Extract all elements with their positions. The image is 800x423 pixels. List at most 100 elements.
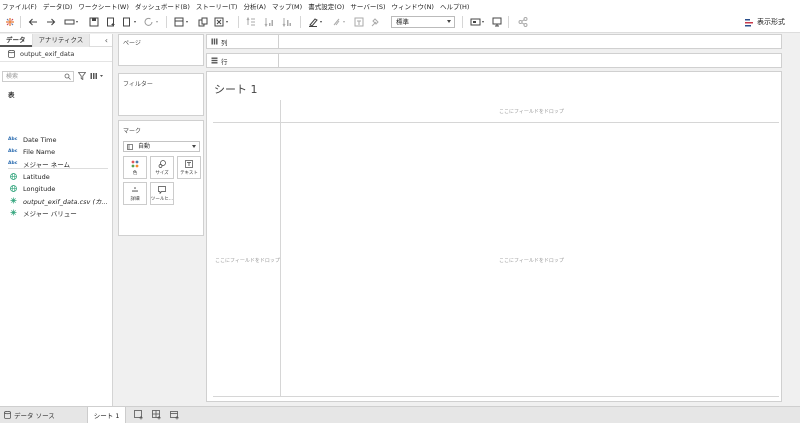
datasource-tab-label: データ ソース — [14, 412, 55, 420]
filters-card-title: フィルター — [123, 81, 153, 88]
string-type-icon: Abc — [8, 161, 18, 166]
search-input[interactable]: 検索 — [2, 70, 74, 82]
sheet-title[interactable]: シート 1 — [214, 81, 258, 97]
datasource-item[interactable]: output_exif_data — [0, 47, 112, 62]
pane-tabs: データ アナリティクス ‹ — [0, 33, 112, 47]
pages-card-title: ページ — [123, 40, 141, 47]
detail-button[interactable]: 詳細 — [123, 182, 147, 205]
sort-desc-icon[interactable] — [282, 16, 292, 28]
filters-card[interactable]: フィルター — [118, 73, 204, 116]
sort-asc-icon[interactable] — [264, 16, 274, 28]
tooltip-button[interactable]: ツールヒ... — [150, 182, 174, 205]
show-me-button[interactable]: 表示形式 — [745, 16, 785, 28]
clear-icon[interactable] — [214, 16, 230, 28]
field-record-count[interactable]: output_exif_data.csv (カ... — [8, 195, 108, 206]
globe-icon — [8, 185, 18, 192]
duplicate-icon[interactable] — [198, 16, 208, 28]
drop-zone-rows[interactable]: ここにフィールドをドロップ — [215, 257, 280, 264]
columns-shelf[interactable]: 列 — [206, 34, 782, 49]
tab-analytics[interactable]: アナリティクス — [31, 33, 91, 47]
fit-select[interactable]: 標準 — [391, 16, 455, 28]
measure-icon — [8, 209, 18, 216]
menu-analysis[interactable]: 分析(A) — [243, 1, 266, 11]
menu-worksheet[interactable]: ワークシート(W) — [78, 1, 129, 11]
replay-icon[interactable] — [64, 16, 80, 28]
automatic-mark-icon — [127, 144, 133, 150]
field-label: Longitude — [23, 184, 56, 193]
field-label: Latitude — [23, 172, 50, 181]
detail-icon — [132, 186, 138, 192]
mark-type-select[interactable]: 自動 — [123, 141, 200, 152]
field-label: メジャー バリュー — [23, 209, 77, 218]
new-dashboard-icon[interactable] — [152, 410, 162, 420]
drop-zone-columns[interactable]: ここにフィールドをドロップ — [499, 108, 564, 115]
redo-icon[interactable] — [46, 16, 56, 28]
share-icon[interactable] — [518, 16, 528, 28]
color-button[interactable]: 色 — [123, 156, 147, 179]
menu-server[interactable]: サーバー(S) — [350, 1, 385, 11]
menu-story[interactable]: ストーリー(T) — [196, 1, 238, 11]
save-icon[interactable] — [89, 16, 99, 28]
presentation-icon[interactable] — [492, 16, 502, 28]
tooltip-icon — [158, 185, 166, 194]
marks-card: マーク 自動 色 サイズ テキスト 詳細 ツールヒ... — [118, 120, 204, 236]
highlight-icon[interactable] — [308, 16, 324, 28]
column-header-divider — [213, 122, 779, 123]
show-me-label: 表示形式 — [757, 18, 785, 26]
new-worksheet-icon[interactable] — [134, 410, 144, 420]
menu-dashboard[interactable]: ダッシュボード(B) — [135, 1, 190, 11]
datasource-tab[interactable]: データ ソース — [0, 407, 63, 423]
field-label: File Name — [23, 147, 56, 156]
columns-icon — [211, 38, 218, 45]
swap-icon[interactable] — [246, 16, 256, 28]
menu-window[interactable]: ウィンドウ(N) — [392, 1, 434, 11]
menu-data[interactable]: データ(D) — [43, 1, 73, 11]
chevron-down-icon — [447, 20, 451, 23]
rows-shelf-label: 行 — [207, 54, 279, 67]
sheet-tab[interactable]: シート 1 — [86, 406, 127, 423]
field-file-name[interactable]: Abc File Name — [8, 146, 55, 157]
size-button[interactable]: サイズ — [150, 156, 174, 179]
pages-card[interactable]: ページ — [118, 34, 204, 66]
text-button[interactable]: テキスト — [177, 156, 201, 179]
menu-file[interactable]: ファイル(F) — [2, 1, 37, 11]
field-longitude[interactable]: Longitude — [8, 183, 55, 194]
database-icon — [4, 411, 11, 419]
tableau-logo-icon[interactable] — [5, 16, 15, 28]
tooltip-label: ツールヒ... — [150, 196, 174, 202]
measure-icon — [8, 197, 18, 204]
new-datasource-icon[interactable] — [106, 16, 116, 28]
tab-data[interactable]: データ — [0, 34, 32, 47]
search-placeholder: 検索 — [6, 72, 19, 80]
menu-map[interactable]: マップ(M) — [272, 1, 302, 11]
collapse-pane-icon[interactable]: ‹ — [105, 36, 108, 45]
group-icon[interactable] — [331, 16, 347, 28]
string-type-icon: Abc — [8, 137, 18, 142]
refresh-icon[interactable] — [144, 16, 160, 28]
pause-update-icon[interactable] — [122, 16, 138, 28]
view-options-icon[interactable] — [90, 72, 104, 80]
dimension-measure-divider — [8, 168, 108, 169]
drop-zone-view[interactable]: ここにフィールドをドロップ — [499, 257, 564, 264]
fix-axes-icon[interactable] — [370, 16, 380, 28]
sheet-tab-label: シート 1 — [93, 412, 120, 420]
new-story-icon[interactable] — [170, 410, 180, 420]
color-icon — [131, 160, 139, 167]
new-worksheet-icon[interactable] — [174, 16, 190, 28]
menu-format[interactable]: 書式設定(O) — [308, 1, 344, 11]
rows-shelf[interactable]: 行 — [206, 53, 782, 68]
undo-icon[interactable] — [28, 16, 38, 28]
string-type-icon: Abc — [8, 149, 18, 154]
field-latitude[interactable]: Latitude — [8, 171, 50, 182]
fit-icon[interactable] — [470, 16, 486, 28]
field-date-time[interactable]: Abc Date Time — [8, 134, 57, 145]
show-me-icon — [745, 18, 753, 26]
label-icon[interactable] — [354, 16, 364, 28]
filter-icon[interactable] — [78, 72, 86, 80]
menu-help[interactable]: ヘルプ(H) — [440, 1, 469, 11]
field-search-row: 検索 — [2, 70, 110, 82]
globe-icon — [8, 173, 18, 180]
rows-icon — [211, 57, 218, 64]
field-measure-values[interactable]: メジャー バリュー — [8, 207, 77, 218]
menu-bar: ファイル(F) データ(D) ワークシート(W) ダッシュボード(B) ストーリ… — [0, 0, 800, 11]
